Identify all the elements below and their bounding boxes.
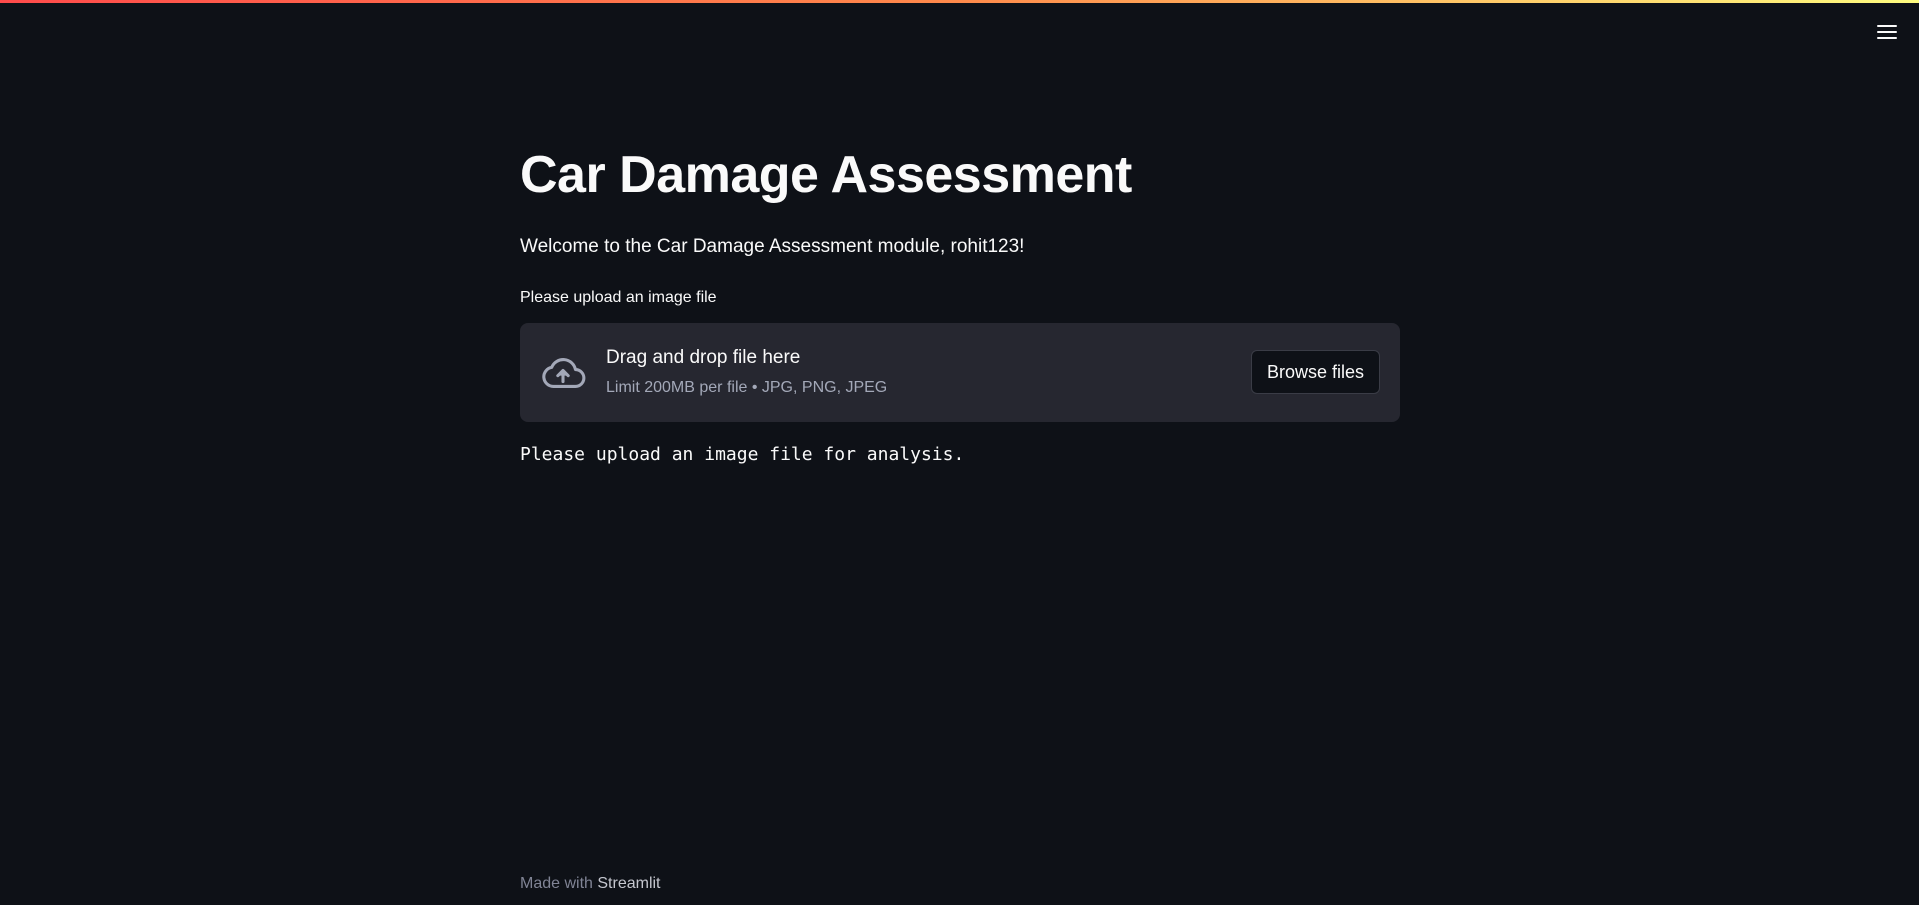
streamlit-link[interactable]: Streamlit <box>597 875 660 892</box>
file-uploader-label: Please upload an image file <box>520 289 717 306</box>
main-menu-button[interactable] <box>1873 18 1901 46</box>
status-message: Please upload an image file for analysis… <box>520 444 965 465</box>
footer: Made with Streamlit <box>520 875 661 893</box>
file-dropzone[interactable]: Drag and drop file here Limit 200MB per … <box>520 323 1400 422</box>
page-title: Car Damage Assessment <box>520 146 1132 204</box>
hamburger-menu-icon <box>1877 25 1897 27</box>
dropzone-limit-text: Limit 200MB per file • JPG, PNG, JPEG <box>606 379 888 396</box>
dropzone-instructions: Drag and drop file here Limit 200MB per … <box>606 347 887 397</box>
welcome-message: Welcome to the Car Damage Assessment mod… <box>520 236 1025 257</box>
dropzone-main-text: Drag and drop file here <box>606 347 801 368</box>
top-accent-bar <box>0 0 1919 3</box>
browse-files-button[interactable]: Browse files <box>1250 350 1380 394</box>
cloud-upload-icon <box>540 350 586 396</box>
footer-made-with: Made with <box>520 875 598 892</box>
